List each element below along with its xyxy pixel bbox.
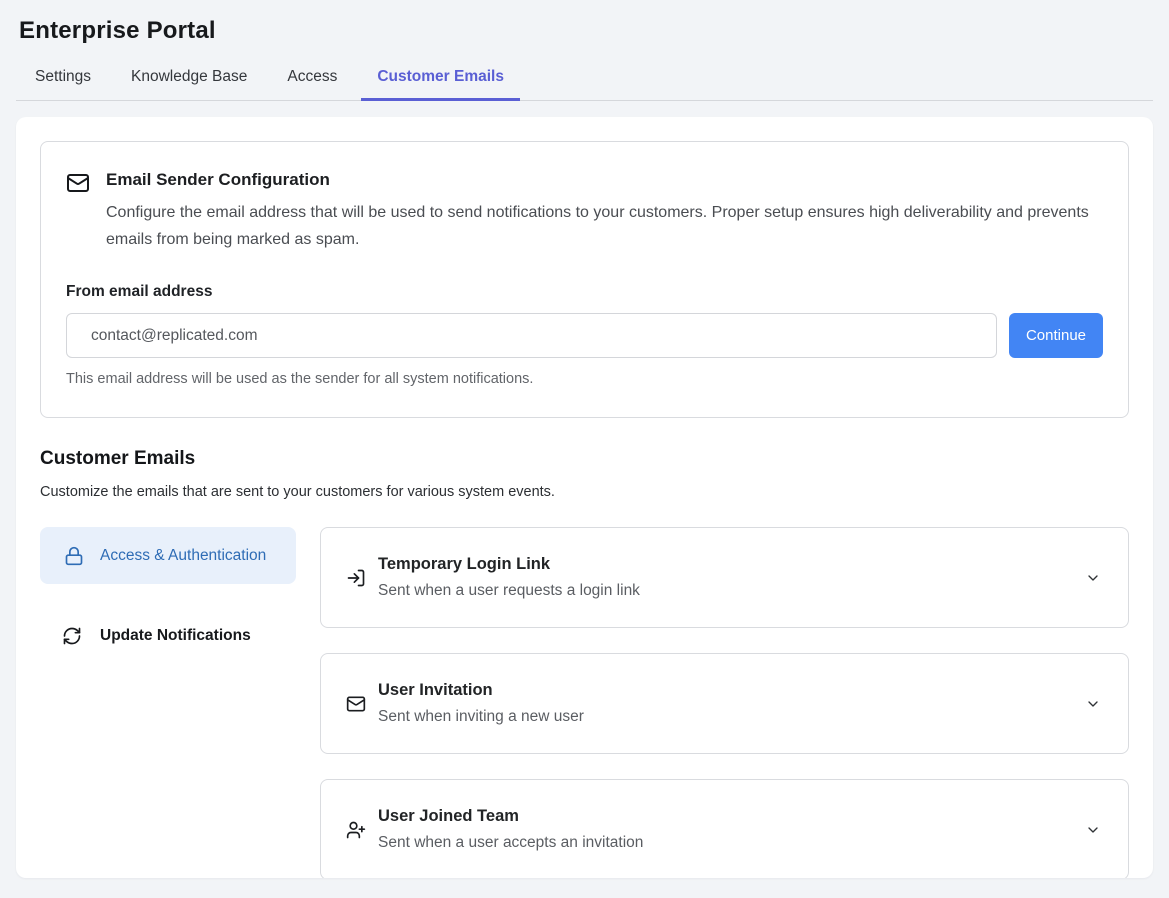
email-card-temporary-login-link[interactable]: Temporary Login Link Sent when a user re… (320, 527, 1129, 628)
sidebar-item-update-notifications[interactable]: Update Notifications (40, 610, 296, 662)
app-header: Enterprise Portal (0, 0, 1169, 45)
email-category-sidebar: Access & Authentication Update Notificat… (40, 527, 296, 878)
from-email-label: From email address (66, 283, 1103, 301)
refresh-icon (62, 626, 82, 646)
mail-icon (346, 694, 366, 714)
chevron-down-icon[interactable] (1085, 696, 1101, 712)
tab-settings[interactable]: Settings (19, 68, 107, 100)
chevron-down-icon[interactable] (1085, 570, 1101, 586)
email-sender-config-card: Email Sender Configuration Configure the… (40, 141, 1129, 418)
config-title: Email Sender Configuration (106, 170, 1091, 190)
email-card-title: User Joined Team (378, 807, 643, 826)
mail-icon (66, 171, 90, 195)
sidebar-item-label: Access & Authentication (100, 544, 266, 567)
page-title: Enterprise Portal (19, 17, 1153, 45)
chevron-down-icon[interactable] (1085, 822, 1101, 838)
email-card-subtitle: Sent when a user requests a login link (378, 582, 640, 600)
continue-button[interactable]: Continue (1009, 313, 1103, 358)
tab-customer-emails[interactable]: Customer Emails (361, 68, 520, 100)
email-card-list: Temporary Login Link Sent when a user re… (320, 527, 1129, 878)
email-card-user-invitation[interactable]: User Invitation Sent when inviting a new… (320, 653, 1129, 754)
lock-icon (64, 546, 84, 566)
tab-knowledge-base[interactable]: Knowledge Base (115, 68, 263, 100)
user-plus-icon (346, 820, 366, 840)
config-description: Configure the email address that will be… (106, 199, 1091, 253)
email-card-subtitle: Sent when a user accepts an invitation (378, 834, 643, 852)
sidebar-item-access-authentication[interactable]: Access & Authentication (40, 527, 296, 584)
customer-emails-heading: Customer Emails (40, 448, 1129, 470)
tab-bar: Settings Knowledge Base Access Customer … (16, 68, 1153, 101)
from-email-input[interactable] (66, 313, 997, 358)
content-panel: Email Sender Configuration Configure the… (16, 117, 1153, 878)
email-card-title: Temporary Login Link (378, 555, 640, 574)
tab-access[interactable]: Access (271, 68, 353, 100)
customer-emails-description: Customize the emails that are sent to yo… (40, 484, 1129, 500)
email-card-user-joined-team[interactable]: User Joined Team Sent when a user accept… (320, 779, 1129, 878)
email-card-subtitle: Sent when inviting a new user (378, 708, 584, 726)
input-help-text: This email address will be used as the s… (66, 371, 1103, 387)
sidebar-item-label: Update Notifications (100, 627, 251, 645)
login-icon (346, 568, 366, 588)
email-card-title: User Invitation (378, 681, 584, 700)
